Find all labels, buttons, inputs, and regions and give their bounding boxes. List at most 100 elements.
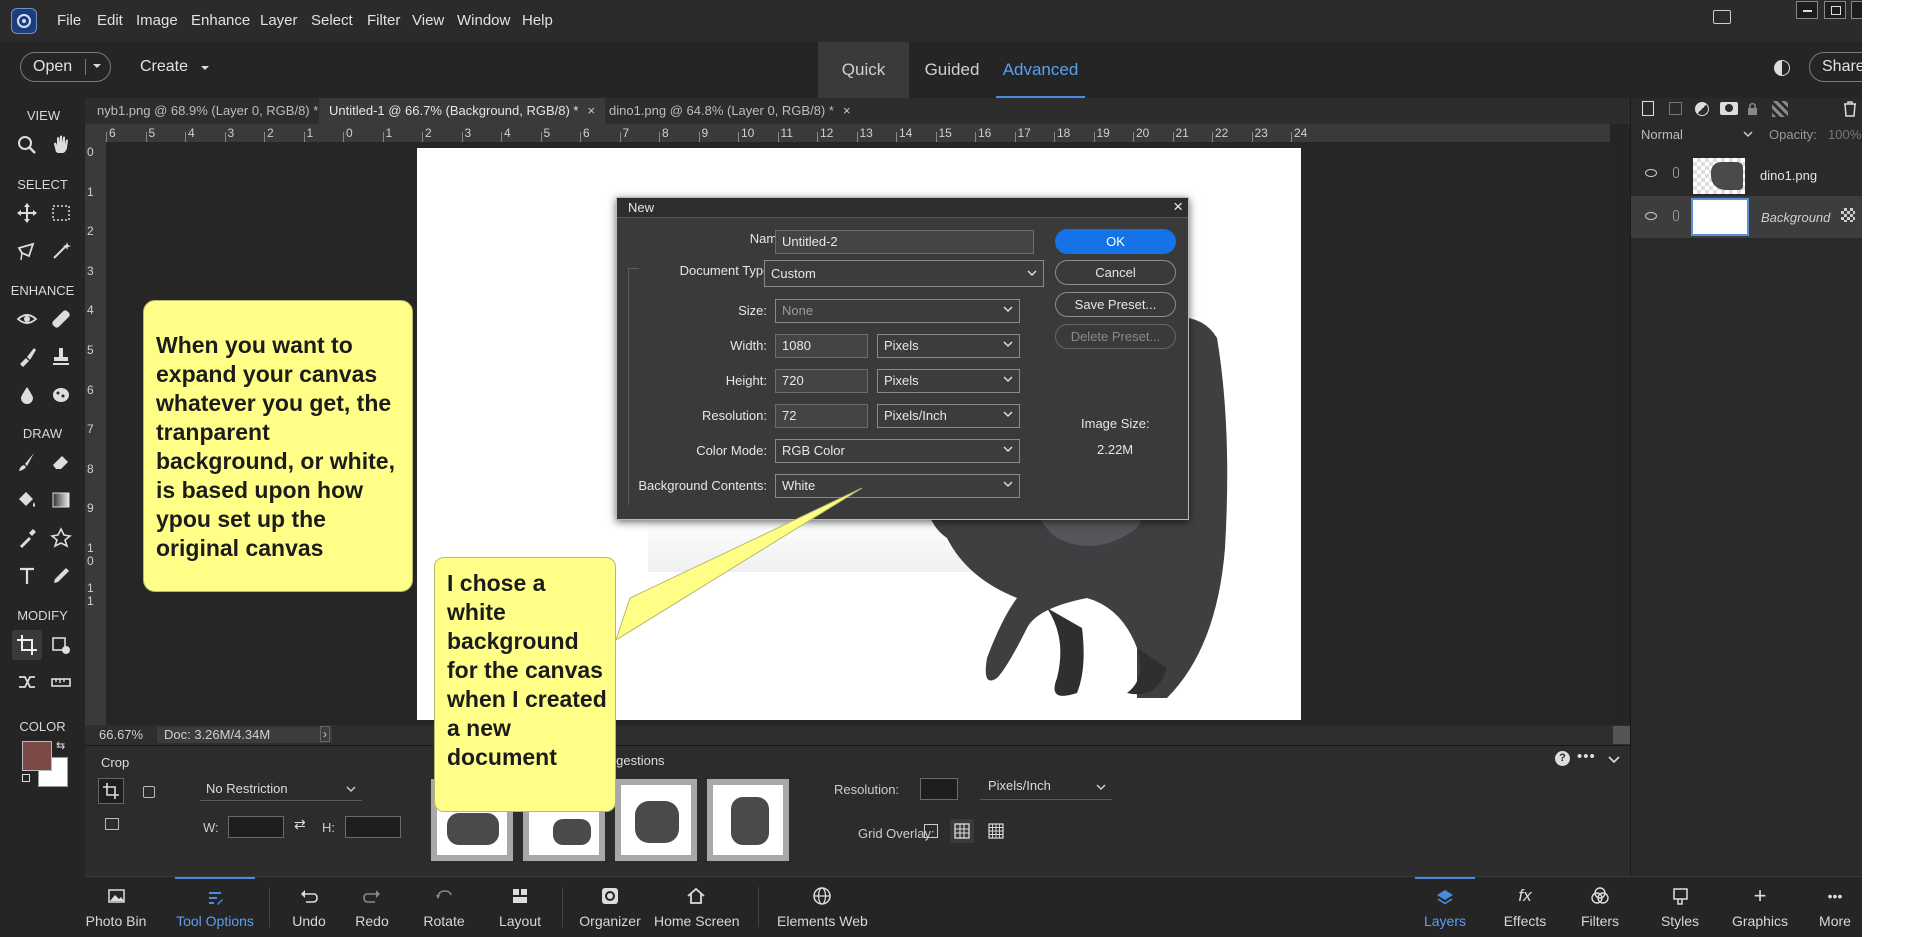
gradient-tool-icon[interactable] xyxy=(48,487,74,513)
swap-colors-icon[interactable]: ⇆ xyxy=(56,739,65,752)
layer-link-icon[interactable] xyxy=(1673,167,1679,178)
ok-button[interactable]: OK xyxy=(1055,229,1176,254)
eraser-tool-icon[interactable] xyxy=(48,449,74,475)
paint-bucket-tool-icon[interactable] xyxy=(14,487,40,513)
default-colors-icon[interactable] xyxy=(22,774,30,782)
trash-icon[interactable] xyxy=(1843,101,1857,117)
crop-options-icon[interactable] xyxy=(105,818,119,830)
foreground-color-swatch[interactable] xyxy=(22,741,52,771)
rotate-button[interactable]: Rotate xyxy=(415,877,473,937)
menu-filter[interactable]: Filter xyxy=(367,12,400,29)
crop-height-input[interactable] xyxy=(345,816,401,838)
type-tool-icon[interactable] xyxy=(14,563,40,589)
blur-tool-icon[interactable] xyxy=(14,382,40,408)
create-button[interactable]: Create xyxy=(140,58,188,76)
blend-mode-dropdown[interactable]: Normal xyxy=(1641,126,1753,144)
share-button[interactable]: Share xyxy=(1809,52,1862,82)
recompose-tool-icon[interactable] xyxy=(48,632,74,658)
straighten-tool-icon[interactable] xyxy=(48,669,74,695)
color-mode-dropdown[interactable]: RGB Color xyxy=(775,439,1020,463)
menu-help[interactable]: Help xyxy=(522,12,553,29)
spot-healing-tool-icon[interactable] xyxy=(48,306,74,332)
width-input[interactable]: 1080 xyxy=(775,334,868,358)
marquee-tool-icon[interactable] xyxy=(48,200,74,226)
perspective-crop-icon[interactable] xyxy=(143,786,155,798)
more-options-icon[interactable]: ••• xyxy=(1577,748,1596,765)
doc-tab-dino1[interactable]: dino1.png @ 64.8% (Layer 0, RGB/8) * × xyxy=(609,98,851,124)
content-aware-move-icon[interactable] xyxy=(14,669,40,695)
resolution-unit-dropdown[interactable]: Pixels/Inch xyxy=(980,778,1112,800)
tab-advanced[interactable]: Advanced xyxy=(996,42,1085,98)
filters-button[interactable]: Filters xyxy=(1575,877,1625,937)
visibility-eye-icon[interactable] xyxy=(1645,169,1657,177)
menu-select[interactable]: Select xyxy=(311,12,353,29)
height-unit-dropdown[interactable]: Pixels xyxy=(877,369,1020,393)
eyedropper-tool-icon[interactable] xyxy=(14,525,40,551)
hand-tool-icon[interactable] xyxy=(48,132,74,158)
close-window-button[interactable] xyxy=(1851,1,1862,19)
home-screen-button[interactable]: Home Screen xyxy=(654,877,740,937)
new-layer-icon[interactable] xyxy=(1642,101,1654,116)
height-input[interactable]: 720 xyxy=(775,369,868,393)
close-tab-icon[interactable]: × xyxy=(587,103,595,118)
smart-brush-tool-icon[interactable] xyxy=(14,344,40,370)
visibility-eye-icon[interactable] xyxy=(1645,212,1657,220)
grid-full-icon[interactable] xyxy=(988,823,1004,839)
layer-mask-icon[interactable] xyxy=(1720,102,1738,115)
width-unit-dropdown[interactable]: Pixels xyxy=(877,334,1020,358)
tab-quick[interactable]: Quick xyxy=(818,42,909,98)
layer-row[interactable]: dino1.png xyxy=(1631,156,1862,196)
crop-restriction-dropdown[interactable]: No Restriction xyxy=(200,781,362,801)
tab-guided[interactable]: Guided xyxy=(910,42,994,98)
photo-bin-button[interactable]: Photo Bin xyxy=(85,877,147,937)
crop-suggestion-thumb[interactable] xyxy=(707,779,789,861)
clone-stamp-tool-icon[interactable] xyxy=(48,344,74,370)
styles-button[interactable]: Styles xyxy=(1655,877,1705,937)
crop-mode-icon[interactable] xyxy=(98,778,124,804)
layers-button[interactable]: Layers xyxy=(1415,877,1475,937)
layout-button[interactable]: Layout xyxy=(495,877,545,937)
brush-tool-icon[interactable] xyxy=(14,449,40,475)
menu-view[interactable]: View xyxy=(412,12,444,29)
elements-web-button[interactable]: Elements Web xyxy=(777,877,868,937)
doc-tab-nyb1[interactable]: nyb1.png @ 68.9% (Layer 0, RGB/8) *× xyxy=(97,98,335,124)
minimize-button[interactable] xyxy=(1796,1,1818,19)
menu-layer[interactable]: Layer xyxy=(260,12,298,29)
crop-tool-icon[interactable] xyxy=(12,630,42,660)
cancel-button[interactable]: Cancel xyxy=(1055,260,1176,285)
new-group-icon[interactable] xyxy=(1669,102,1682,115)
menu-window[interactable]: Window xyxy=(457,12,510,29)
save-preset-button[interactable]: Save Preset... xyxy=(1055,292,1176,317)
create-chevron-icon[interactable] xyxy=(200,64,210,72)
crop-suggestion-thumb[interactable] xyxy=(615,779,697,861)
resolution-input[interactable]: 72 xyxy=(775,404,868,428)
lock-all-icon[interactable] xyxy=(1747,102,1758,116)
resolution-unit-dropdown[interactable]: Pixels/Inch xyxy=(877,404,1020,428)
menu-edit[interactable]: Edit xyxy=(97,12,123,29)
chevron-down-icon[interactable] xyxy=(92,62,102,70)
name-input[interactable]: Untitled-2 xyxy=(775,230,1034,254)
layer-link-icon[interactable] xyxy=(1673,210,1679,221)
lock-transparency-icon[interactable] xyxy=(1841,208,1855,222)
adjustment-layer-icon[interactable] xyxy=(1695,102,1709,116)
close-tab-icon[interactable]: × xyxy=(843,103,851,118)
delete-preset-button[interactable]: Delete Preset... xyxy=(1055,324,1176,349)
document-type-dropdown[interactable]: Custom xyxy=(764,260,1044,287)
swap-dimensions-icon[interactable]: ⇄ xyxy=(294,816,306,833)
opacity-value[interactable]: 100% xyxy=(1828,127,1861,142)
lasso-tool-icon[interactable] xyxy=(14,238,40,264)
menu-file[interactable]: File xyxy=(57,12,81,29)
move-tool-icon[interactable] xyxy=(14,200,40,226)
menu-image[interactable]: Image xyxy=(136,12,178,29)
zoom-level[interactable]: 66.67% xyxy=(99,727,143,742)
open-button[interactable]: Open xyxy=(20,52,111,82)
crop-width-input[interactable] xyxy=(228,816,284,838)
sponge-tool-icon[interactable] xyxy=(48,382,74,408)
dialog-close-icon[interactable]: × xyxy=(1173,197,1183,217)
size-dropdown[interactable]: None xyxy=(775,299,1020,323)
graphics-button[interactable]: + Graphics xyxy=(1730,877,1790,937)
red-eye-tool-icon[interactable] xyxy=(14,306,40,332)
layer-row-selected[interactable]: Background xyxy=(1631,196,1862,238)
status-menu-arrow-icon[interactable]: › xyxy=(320,726,330,742)
grid-none-icon[interactable] xyxy=(924,824,938,838)
